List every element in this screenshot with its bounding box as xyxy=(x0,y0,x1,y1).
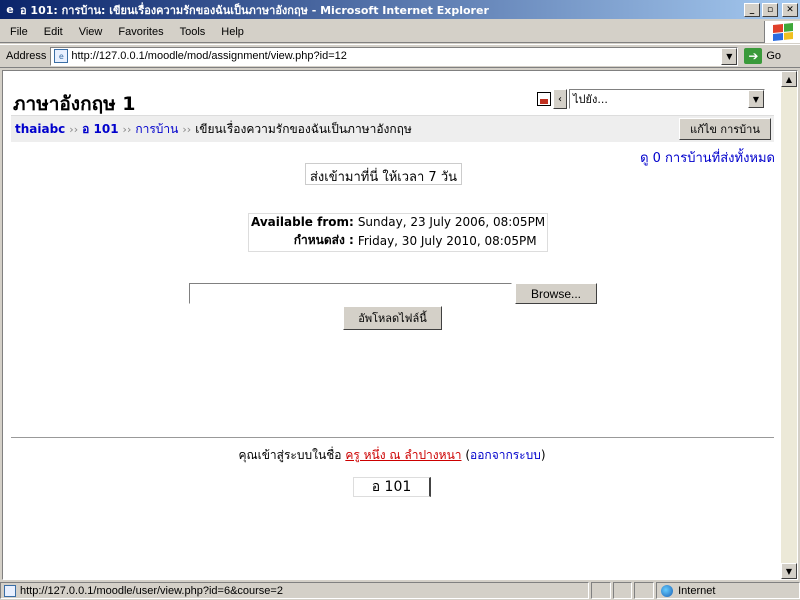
jump-dropdown-button[interactable]: ▼ xyxy=(748,90,764,108)
vertical-scrollbar[interactable]: ▲ ▼ xyxy=(781,71,797,579)
ie-icon: e xyxy=(6,3,14,16)
previous-activity-button[interactable]: ‹ xyxy=(553,89,567,109)
status-cell xyxy=(590,582,611,599)
window-title: อ 101: การบ้าน: เขียนเรื่องความรักของฉัน… xyxy=(20,3,489,17)
file-upload-row: Browse... xyxy=(189,283,597,304)
address-url: http://127.0.0.1/moodle/mod/assignment/v… xyxy=(71,50,347,62)
footer-divider xyxy=(11,437,774,438)
breadcrumb: thaiabc ›› อ 101 ›› การบ้าน ›› เขียนเรื่… xyxy=(11,115,774,142)
jump-navigation: ‹ ไปยัง... ▼ xyxy=(537,89,765,109)
browse-button[interactable]: Browse... xyxy=(515,283,597,304)
due-date-value: Friday, 30 July 2010, 08:05PM xyxy=(357,233,537,248)
status-bar: http://127.0.0.1/moodle/user/view.php?id… xyxy=(0,581,800,600)
login-close-paren: ) xyxy=(540,448,546,462)
table-row: Available from: Sunday, 23 July 2006, 08… xyxy=(249,214,548,231)
login-open-paren: ( xyxy=(461,448,471,462)
address-input[interactable]: e http://127.0.0.1/moodle/mod/assignment… xyxy=(50,46,739,66)
logout-link[interactable]: ออกจากระบบ xyxy=(470,448,541,462)
breadcrumb-assignments[interactable]: การบ้าน xyxy=(135,120,178,139)
menu-help[interactable]: Help xyxy=(213,26,252,38)
scroll-up-icon[interactable]: ▲ xyxy=(781,71,797,87)
minimize-button[interactable]: _ xyxy=(744,2,760,17)
jump-to-select-value: ไปยัง... xyxy=(573,93,608,106)
file-path-input[interactable] xyxy=(189,283,512,304)
menu-favorites[interactable]: Favorites xyxy=(110,26,171,38)
address-dropdown-button[interactable]: ▼ xyxy=(721,47,738,65)
login-info: คุณเข้าสู่ระบบในชื่อ ครู หนึ่ง ณ ลำปางหน… xyxy=(3,446,781,465)
scroll-down-icon[interactable]: ▼ xyxy=(781,563,797,579)
available-from-value: Sunday, 23 July 2006, 08:05PM xyxy=(357,215,546,229)
window-titlebar: e อ 101: การบ้าน: เขียนเรื่องความรักของฉ… xyxy=(0,0,800,19)
windows-logo-icon xyxy=(764,21,800,43)
breadcrumb-site[interactable]: thaiabc xyxy=(15,122,65,136)
menu-bar: File Edit View Favorites Tools Help xyxy=(0,21,800,43)
go-button[interactable]: ➔ Go xyxy=(744,48,781,64)
due-message: ส่งเข้ามาที่นี่ ให้เวลา 7 วัน xyxy=(305,163,463,185)
jump-to-select[interactable]: ไปยัง... ▼ xyxy=(569,89,765,109)
edit-assignment-button[interactable]: แก้ไข การบ้าน xyxy=(679,118,771,140)
menu-view[interactable]: View xyxy=(71,26,111,38)
due-date-label: กำหนดส่ง : xyxy=(293,233,354,247)
status-url: http://127.0.0.1/moodle/user/view.php?id… xyxy=(20,584,283,597)
breadcrumb-current: เขียนเรื่องความรักของฉันเป็นภาษาอังกฤษ xyxy=(195,121,412,136)
globe-icon xyxy=(661,584,674,597)
go-arrow-icon: ➔ xyxy=(744,48,763,64)
course-home-link[interactable]: อ 101 xyxy=(353,477,431,497)
breadcrumb-course[interactable]: อ 101 xyxy=(82,120,118,139)
menu-tools[interactable]: Tools xyxy=(172,26,214,38)
go-label: Go xyxy=(766,50,782,62)
close-button[interactable]: ✕ xyxy=(782,2,798,17)
address-bar: Address e http://127.0.0.1/moodle/mod/as… xyxy=(0,44,800,68)
breadcrumb-separator: ›› xyxy=(182,122,192,136)
view-submissions-link[interactable]: ดู 0 การบ้านที่ส่งทั้งหมด xyxy=(640,147,775,168)
status-cell xyxy=(612,582,633,599)
maximize-button[interactable]: ▫ xyxy=(762,2,778,17)
address-label: Address xyxy=(6,50,47,62)
page-icon: e xyxy=(54,49,69,63)
breadcrumb-separator: ›› xyxy=(122,122,132,136)
page-icon xyxy=(4,584,16,597)
available-from-label: Available from: xyxy=(251,215,354,229)
table-row: กำหนดส่ง : Friday, 30 July 2010, 08:05PM xyxy=(249,230,548,252)
upload-file-button[interactable]: อัพโหลดไฟล์นี้ xyxy=(343,306,442,330)
breadcrumb-separator: ›› xyxy=(69,122,79,136)
menu-edit[interactable]: Edit xyxy=(36,26,71,38)
status-text-panel: http://127.0.0.1/moodle/user/view.php?id… xyxy=(0,582,589,599)
status-cell xyxy=(634,582,655,599)
dates-table: Available from: Sunday, 23 July 2006, 08… xyxy=(248,213,549,252)
user-profile-link[interactable]: ครู หนึ่ง ณ ลำปางหนา xyxy=(345,448,461,462)
page-content: ภาษาอังกฤษ 1 ‹ ไปยัง... ▼ thaiabc ›› อ 1… xyxy=(3,71,781,579)
security-zone-panel: Internet xyxy=(656,582,800,599)
page-viewport: ภาษาอังกฤษ 1 ‹ ไปยัง... ▼ thaiabc ›› อ 1… xyxy=(2,70,798,580)
rss-save-icon[interactable] xyxy=(537,92,551,106)
menu-file[interactable]: File xyxy=(0,26,36,38)
security-zone-label: Internet xyxy=(678,584,716,597)
login-prefix: คุณเข้าสู่ระบบในชื่อ xyxy=(238,448,346,462)
